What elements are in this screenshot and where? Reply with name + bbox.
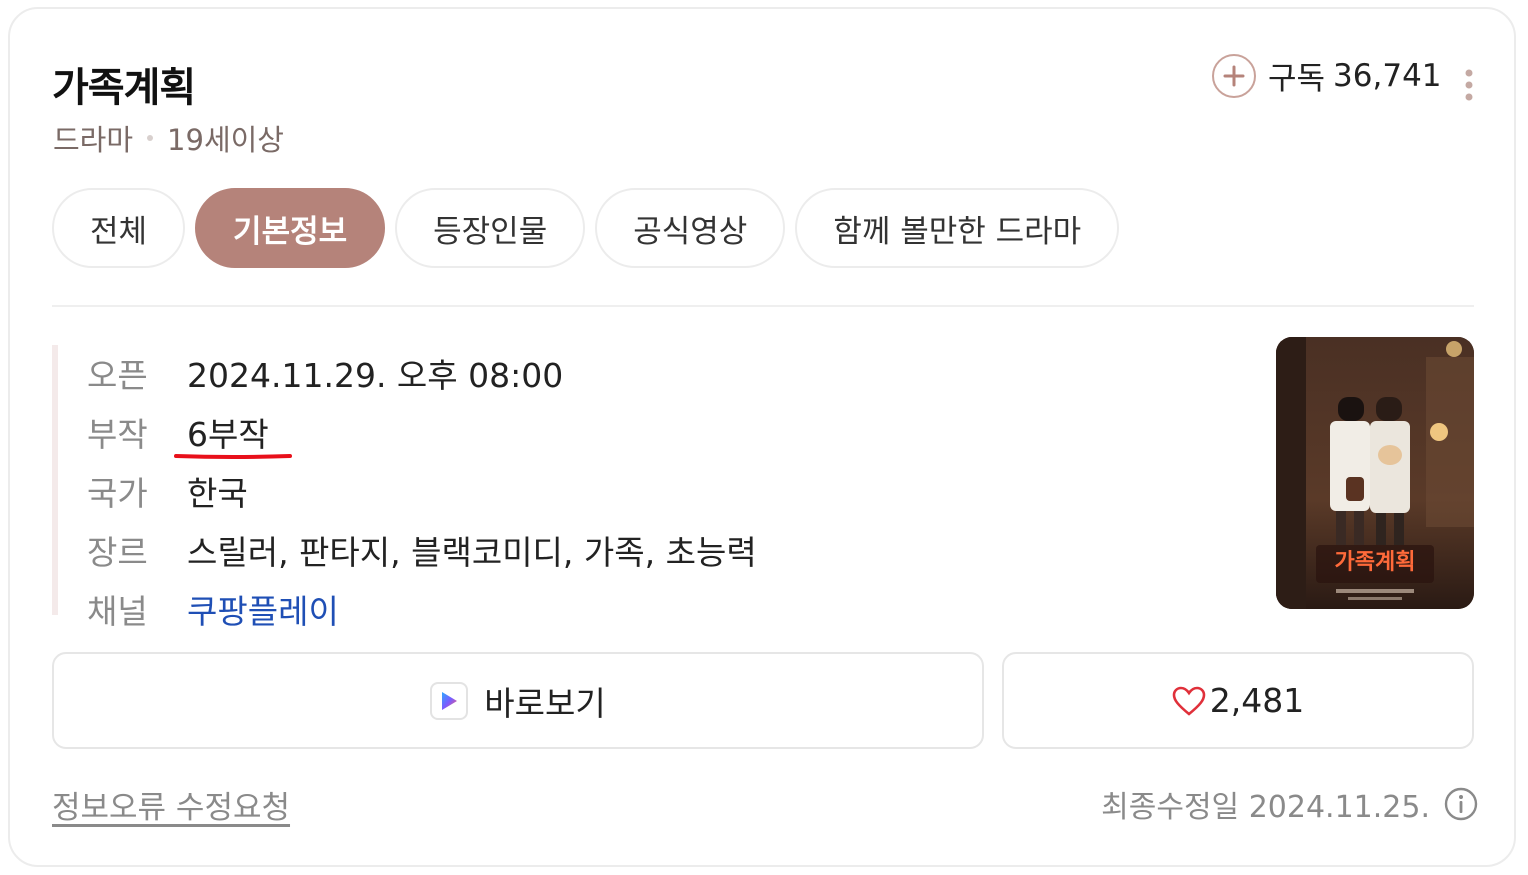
- drama-meta: 드라마 19세이상: [53, 117, 284, 159]
- subscribe-count: 36,741: [1333, 57, 1442, 94]
- age-rating-text: 19세이상: [167, 123, 284, 157]
- last-modified-text: 최종수정일 2024.11.25.: [1101, 790, 1430, 825]
- play-icon: [430, 681, 469, 720]
- last-modified: 최종수정일 2024.11.25.: [1101, 782, 1478, 826]
- info-value: 한국: [187, 473, 248, 513]
- info-label: 장르: [87, 532, 148, 572]
- watch-now-label: 바로보기: [484, 683, 606, 723]
- info-value: 6부작: [187, 414, 269, 454]
- info-row-country: 국가 한국: [87, 461, 757, 520]
- info-row-channel: 채널 쿠팡플레이: [87, 579, 757, 638]
- channel-link[interactable]: 쿠팡플레이: [187, 585, 339, 633]
- tab-cast[interactable]: 등장인물: [395, 188, 586, 268]
- info-accent-bar: [52, 345, 58, 615]
- tab-bar: 전체 기본정보 등장인물 공식영상 함께 볼만한 드라마: [52, 188, 1120, 268]
- tab-similar-dramas[interactable]: 함께 볼만한 드라마: [795, 188, 1120, 268]
- info-label: 국가: [87, 473, 148, 513]
- drama-title: 가족계획: [52, 65, 196, 111]
- report-error-link[interactable]: 정보오류 수정요청: [52, 782, 290, 827]
- info-label: 오픈: [87, 355, 148, 395]
- drama-poster[interactable]: 가족계획: [1276, 337, 1474, 609]
- heart-icon: [1172, 686, 1206, 716]
- tab-official-video[interactable]: 공식영상: [595, 188, 786, 268]
- separator-dot: [147, 135, 154, 141]
- more-options-icon[interactable]: [1459, 68, 1479, 102]
- info-value: 2024.11.29. 오후 08:00: [187, 355, 564, 395]
- tab-basic-info[interactable]: 기본정보: [195, 188, 386, 268]
- like-count: 2,481: [1209, 681, 1305, 720]
- genre-text: 드라마: [53, 123, 134, 157]
- divider: [52, 305, 1474, 307]
- poster-title: 가족계획: [1335, 550, 1416, 575]
- subscribe-label: 구독: [1268, 61, 1326, 97]
- tab-all[interactable]: 전체: [52, 188, 186, 268]
- info-row-genre: 장르 스릴러, 판타지, 블랙코미디, 가족, 초능력: [87, 520, 757, 579]
- like-button[interactable]: 2,481: [1002, 652, 1474, 749]
- info-icon[interactable]: [1444, 787, 1478, 821]
- info-row-open: 오픈 2024.11.29. 오후 08:00: [87, 343, 757, 402]
- subscribe-button[interactable]: 구독 36,741: [1212, 53, 1442, 98]
- watch-now-button[interactable]: 바로보기: [52, 652, 984, 749]
- info-label: 채널: [87, 591, 148, 631]
- info-row-episodes: 부작 6부작: [87, 402, 757, 461]
- info-value-wrapper: 6부작: [174, 408, 292, 459]
- plus-icon: [1212, 53, 1256, 98]
- info-value: 스릴러, 판타지, 블랙코미디, 가족, 초능력: [187, 532, 757, 572]
- info-label: 부작: [87, 414, 148, 454]
- info-list: 오픈 2024.11.29. 오후 08:00 부작 6부작 국가 한국 장르 …: [87, 343, 757, 638]
- highlight-underline: [174, 453, 292, 459]
